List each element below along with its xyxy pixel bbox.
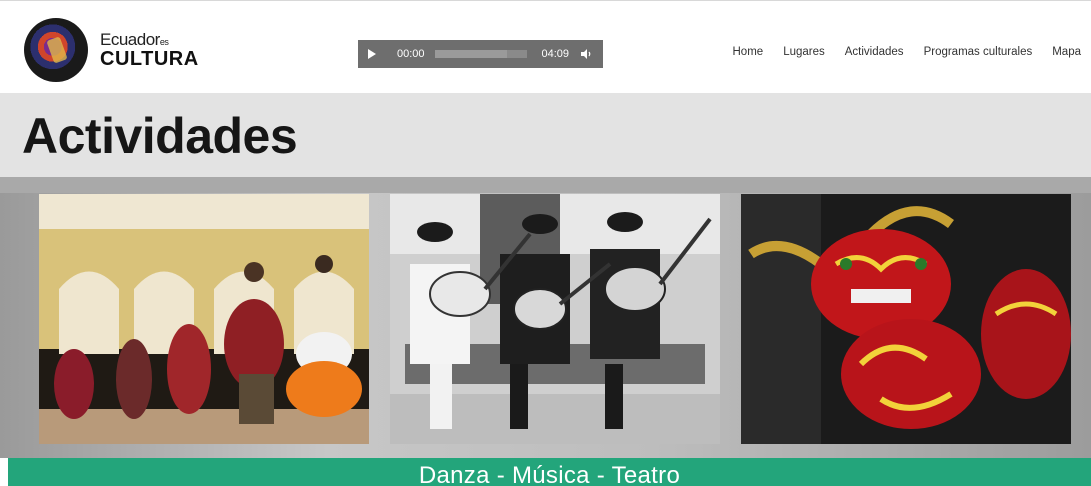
category-banner: Danza - Música - Teatro bbox=[8, 458, 1091, 486]
site-header: Ecuadores CULTURA 00:00 04:09 Home Lugar… bbox=[0, 0, 1091, 93]
dance-photo bbox=[39, 194, 369, 444]
speaker-icon bbox=[581, 49, 591, 59]
music-photo bbox=[390, 194, 720, 444]
music-image[interactable] bbox=[390, 194, 720, 444]
play-button[interactable] bbox=[358, 40, 386, 68]
nav-item-programas-culturales[interactable]: Programas culturales bbox=[924, 46, 1033, 58]
title-band: Actividades bbox=[0, 93, 1091, 177]
main-nav: Home Lugares Actividades Programas cultu… bbox=[733, 46, 1082, 58]
theatre-mask-photo bbox=[741, 194, 1071, 444]
volume-button[interactable] bbox=[575, 40, 599, 68]
logo-line-1: Ecuadores bbox=[100, 31, 199, 48]
nav-item-mapa[interactable]: Mapa bbox=[1052, 46, 1081, 58]
progress-track[interactable] bbox=[435, 50, 527, 58]
logo-wordmark: Ecuadores CULTURA bbox=[100, 31, 199, 69]
activities-gallery bbox=[0, 177, 1091, 458]
page: Ecuadores CULTURA 00:00 04:09 Home Lugar… bbox=[0, 0, 1091, 486]
nav-item-home[interactable]: Home bbox=[733, 46, 764, 58]
buffered-bar bbox=[435, 50, 507, 58]
theatre-image[interactable] bbox=[741, 194, 1071, 444]
logo-es-text: es bbox=[159, 37, 169, 47]
total-time: 04:09 bbox=[541, 48, 569, 60]
logo-emblem-icon bbox=[24, 18, 88, 82]
logo-cultura-text: CULTURA bbox=[100, 48, 199, 70]
nav-item-lugares[interactable]: Lugares bbox=[783, 46, 825, 58]
logo-ecuador-text: Ecuador bbox=[100, 30, 160, 49]
dance-image[interactable] bbox=[39, 194, 369, 444]
page-title: Actividades bbox=[22, 108, 298, 164]
nav-item-actividades[interactable]: Actividades bbox=[845, 46, 904, 58]
current-time: 00:00 bbox=[397, 48, 425, 60]
banner-text: Danza - Música - Teatro bbox=[418, 462, 681, 486]
play-icon bbox=[368, 49, 376, 59]
site-logo[interactable]: Ecuadores CULTURA bbox=[24, 15, 198, 85]
audio-player: 00:00 04:09 bbox=[358, 40, 603, 68]
